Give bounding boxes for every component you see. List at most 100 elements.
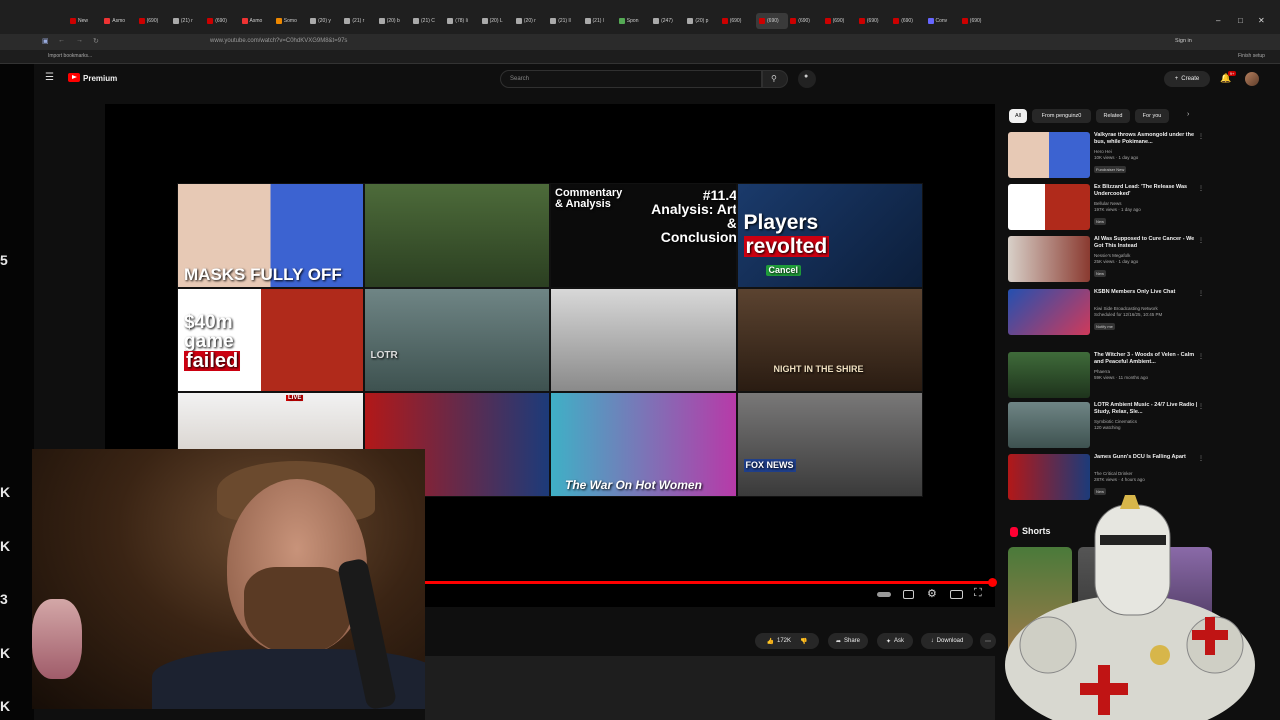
browser-tab[interactable]: (690) bbox=[824, 13, 857, 29]
finish-setup-link[interactable]: Finish setup bbox=[1238, 53, 1265, 59]
chevron-right-icon[interactable]: › bbox=[1187, 111, 1189, 118]
chip-related[interactable]: Related bbox=[1096, 109, 1130, 123]
recommendation-title[interactable]: Valkyrae throws Asmongold under the bus,… bbox=[1094, 132, 1198, 146]
back-icon[interactable]: ← bbox=[58, 37, 65, 44]
settings-gear-icon[interactable]: ⚙ bbox=[927, 587, 937, 600]
create-button[interactable]: + Create bbox=[1164, 71, 1210, 87]
search-input[interactable]: Search bbox=[500, 70, 762, 88]
close-icon[interactable]: ✕ bbox=[1258, 16, 1265, 25]
recommendation-title[interactable]: James Gunn's DCU Is Falling Apart bbox=[1094, 454, 1198, 461]
like-dislike-button[interactable]: 👍 172K 👎 bbox=[755, 633, 819, 649]
recommendation-thumbnail[interactable] bbox=[1008, 402, 1090, 448]
recommendation-item[interactable]: AI Was Supposed to Cure Cancer - We Got … bbox=[1008, 236, 1208, 286]
recommendation-thumbnail[interactable] bbox=[1008, 236, 1090, 282]
maximize-icon[interactable]: □ bbox=[1238, 16, 1243, 25]
reload-icon[interactable]: ↻ bbox=[93, 37, 99, 45]
browser-tab[interactable]: (20) y bbox=[310, 13, 342, 29]
browser-tab[interactable]: (690) bbox=[790, 13, 822, 29]
more-options-icon[interactable]: ⋮ bbox=[1198, 185, 1204, 192]
recommendation-title[interactable]: AI Was Supposed to Cure Cancer - We Got … bbox=[1094, 236, 1198, 250]
recommendation-thumbnail[interactable] bbox=[1008, 289, 1090, 335]
like-count: 172K bbox=[776, 638, 791, 644]
recommendation-channel[interactable]: The Critical Drinker bbox=[1094, 471, 1133, 476]
more-options-icon[interactable]: ⋮ bbox=[1198, 455, 1204, 462]
ask-button[interactable]: ✦ Ask bbox=[877, 633, 913, 649]
browser-tab[interactable]: (21) C bbox=[413, 13, 445, 29]
browser-tab[interactable]: (690) bbox=[893, 13, 925, 29]
browser-tab[interactable]: (20) r bbox=[515, 13, 548, 29]
recommendation-title[interactable]: KSBN Members Only Live Chat bbox=[1094, 289, 1198, 296]
theater-mode-icon[interactable] bbox=[950, 590, 963, 599]
browser-tab[interactable]: (690) bbox=[138, 13, 171, 29]
recommendation-item[interactable]: Ex Blizzard Lead: 'The Release Was Under… bbox=[1008, 184, 1208, 234]
browser-tab[interactable]: (247) bbox=[653, 13, 685, 29]
sign-in-button[interactable]: Sign in bbox=[1175, 38, 1192, 44]
recommendation-title[interactable]: Ex Blizzard Lead: 'The Release Was Under… bbox=[1094, 184, 1198, 198]
progress-scrubber[interactable] bbox=[988, 578, 997, 587]
browser-tab[interactable]: (690) bbox=[207, 13, 239, 29]
sidebar-toggle-icon[interactable]: ▣ bbox=[42, 37, 49, 45]
recommendation-channel[interactable]: Nessie's Megafolk bbox=[1094, 253, 1130, 258]
browser-tab[interactable]: (690) bbox=[858, 13, 891, 29]
recommendation-channel[interactable]: Bellular News bbox=[1094, 201, 1122, 206]
download-button[interactable]: ↓ Download bbox=[921, 633, 973, 649]
browser-tab[interactable]: (21) r bbox=[172, 13, 205, 29]
recommendation-channel[interactable]: Hero Hei bbox=[1094, 149, 1112, 154]
tab-favicon-icon bbox=[241, 18, 248, 24]
voice-search-button[interactable]: ● bbox=[798, 70, 816, 88]
recommendation-channel[interactable]: Kiwi Side Broadcasting Network bbox=[1094, 306, 1158, 311]
video-progress-bar[interactable] bbox=[425, 581, 993, 584]
browser-tab[interactable]: (690) bbox=[961, 13, 994, 29]
avatar[interactable] bbox=[1245, 72, 1259, 86]
recommendation-thumbnail[interactable] bbox=[1008, 132, 1090, 178]
autoplay-toggle[interactable] bbox=[877, 592, 891, 597]
recommendation-thumbnail[interactable] bbox=[1008, 184, 1090, 230]
recommendation-channel[interactable]: Symbiotic Cinematics bbox=[1094, 419, 1137, 424]
minimize-icon[interactable]: – bbox=[1216, 16, 1220, 25]
browser-tab[interactable]: Asmo bbox=[104, 13, 136, 29]
browser-tab[interactable]: (21) ll bbox=[550, 13, 582, 29]
browser-tab[interactable]: (690) bbox=[756, 13, 788, 29]
more-options-icon[interactable]: ⋮ bbox=[1198, 133, 1204, 140]
search-button[interactable]: ⚲ bbox=[762, 70, 788, 88]
url-field[interactable]: www.youtube.com/watch?v=C0hdKVXG9M8&t=97… bbox=[210, 38, 347, 44]
chip-from-channel[interactable]: From penguinz0 bbox=[1032, 109, 1091, 123]
youtube-logo-icon[interactable] bbox=[68, 73, 80, 82]
browser-tab[interactable]: (78) li bbox=[447, 13, 479, 29]
recommendation-meta: Symbiotic Cinematics 120 watching bbox=[1094, 419, 1204, 432]
browser-tab[interactable]: (20) p bbox=[687, 13, 719, 29]
browser-tab[interactable]: (690) bbox=[721, 13, 754, 29]
browser-tab[interactable]: (20) L bbox=[481, 13, 514, 29]
chip-all[interactable]: All bbox=[1009, 109, 1027, 123]
recommendation-thumbnail[interactable] bbox=[1008, 454, 1090, 500]
browser-tab[interactable]: Spon bbox=[618, 13, 651, 29]
more-actions-button[interactable]: ⋯ bbox=[980, 633, 996, 649]
browser-tab[interactable]: (21) r bbox=[344, 13, 376, 29]
chip-for-you[interactable]: For you bbox=[1135, 109, 1169, 123]
browser-tab[interactable]: Conv bbox=[927, 13, 960, 29]
recommendation-item[interactable]: The Witcher 3 - Woods of Velen - Calm an… bbox=[1008, 352, 1208, 402]
share-button[interactable]: ➦ Share bbox=[828, 633, 868, 649]
browser-tab[interactable]: Asmo bbox=[241, 13, 274, 29]
import-bookmarks-link[interactable]: Import bookmarks... bbox=[48, 53, 92, 59]
browser-tab[interactable]: New bbox=[70, 13, 102, 29]
more-options-icon[interactable]: ⋮ bbox=[1198, 403, 1204, 410]
browser-tab[interactable]: (20) b bbox=[378, 13, 411, 29]
subtitles-icon[interactable] bbox=[903, 590, 914, 599]
more-options-icon[interactable]: ⋮ bbox=[1198, 290, 1204, 297]
recommendation-item[interactable]: Valkyrae throws Asmongold under the bus,… bbox=[1008, 132, 1208, 182]
premium-brand[interactable]: Premium bbox=[83, 74, 117, 83]
recommendation-title[interactable]: LOTR Ambient Music - 24/7 Live Radio | S… bbox=[1094, 402, 1198, 416]
fullscreen-icon[interactable]: ⛶ bbox=[974, 587, 982, 600]
browser-tab[interactable]: (21) l bbox=[584, 13, 617, 29]
more-options-icon[interactable]: ⋮ bbox=[1198, 353, 1204, 360]
recommendation-title[interactable]: The Witcher 3 - Woods of Velen - Calm an… bbox=[1094, 352, 1198, 366]
recommendation-item[interactable]: KSBN Members Only Live Chat Kiwi Side Bro… bbox=[1008, 289, 1208, 339]
more-options-icon[interactable]: ⋮ bbox=[1198, 237, 1204, 244]
recommendation-channel[interactable]: Phaerra bbox=[1094, 369, 1110, 374]
forward-icon[interactable]: → bbox=[76, 37, 83, 44]
browser-tab[interactable]: Somo bbox=[275, 13, 308, 29]
recommendation-item[interactable]: LOTR Ambient Music - 24/7 Live Radio | S… bbox=[1008, 402, 1208, 452]
menu-icon[interactable]: ☰ bbox=[45, 72, 54, 83]
recommendation-thumbnail[interactable] bbox=[1008, 352, 1090, 398]
